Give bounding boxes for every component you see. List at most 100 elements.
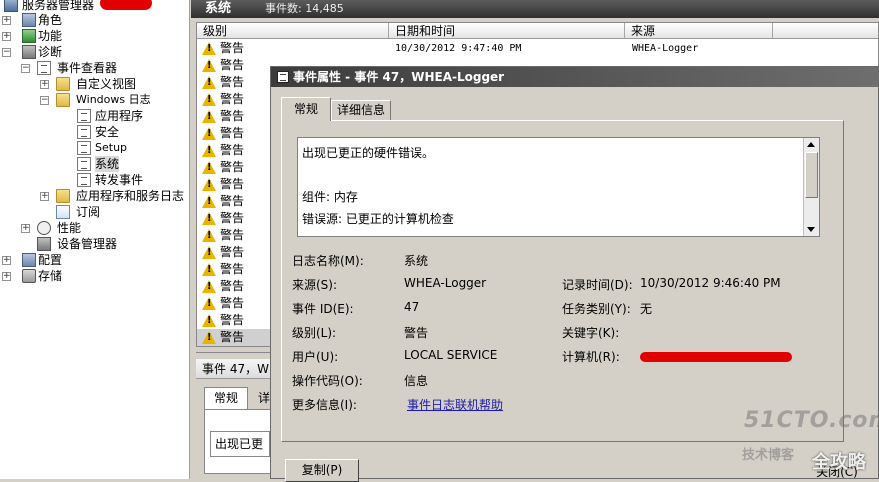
event-level: 警告 [220,211,245,225]
event-level: 警告 [220,143,245,157]
warning-icon [202,297,216,310]
tree-label: 功能 [38,29,63,43]
warning-icon [202,42,216,55]
warning-icon [202,280,216,293]
performance-icon [37,221,51,235]
warning-icon [202,212,216,225]
expand-plus-icon[interactable]: + [21,224,30,233]
column-header-extra[interactable] [773,23,878,39]
tree-label: 应用程序 [95,109,144,123]
event-viewer-icon [37,61,51,75]
warning-icon [202,195,216,208]
tree-label-selected: 系统 [95,156,120,172]
event-level: 警告 [220,296,245,310]
roles-icon [22,13,36,27]
more-info-label: 更多信息(I): [292,398,357,412]
event-level: 警告 [220,58,245,72]
folder-icon [56,77,70,91]
warning-icon [202,161,216,174]
expand-plus-icon[interactable]: + [40,192,49,201]
keywords-label: 关键字(K): [562,326,620,340]
expand-plus-icon[interactable]: + [2,256,11,265]
collapse-minus-icon[interactable]: − [2,48,11,57]
device-manager-icon [37,237,51,251]
log-icon [77,173,91,187]
warning-icon [202,76,216,89]
column-header-level[interactable]: 级别 [197,23,389,39]
event-count: 事件数: 14,485 [265,2,344,15]
logged-label: 记录时间(D): [562,278,633,292]
event-level: 警告 [220,245,245,259]
event-level: 警告 [220,177,245,191]
log-icon [77,141,91,155]
event-level: 警告 [220,330,245,344]
tree-label: 自定义视图 [76,77,137,91]
expand-plus-icon[interactable]: + [40,80,49,89]
dialog-titlebar[interactable]: 事件属性 - 事件 47，WHEA-Logger [271,67,878,87]
opcode-value: 信息 [404,374,429,388]
folder-icon [56,189,70,203]
tree-label: 性能 [57,221,82,235]
redaction-mark [100,0,152,10]
expand-plus-icon[interactable]: + [2,16,11,25]
source-value: WHEA-Logger [404,276,487,290]
event-level: 警告 [220,279,245,293]
preview-message: 出现已更 [210,431,270,457]
event-properties-icon [277,71,289,83]
tree-label: Setup [95,141,128,154]
log-icon [77,125,91,139]
preview-tab-general[interactable]: 常规 [204,387,248,409]
description-scrollbar[interactable] [803,138,819,236]
tab-details[interactable]: 详细信息 [331,100,391,120]
event-description-box[interactable]: 出现已更正的硬件错误。 组件: 内存 错误源: 已更正的计算机检查 [297,137,820,237]
event-level: 警告 [220,194,245,208]
warning-icon [202,144,216,157]
event-level: 警告 [220,75,245,89]
event-row[interactable]: 警告 10/30/2012 9:47:40 PM WHEA-Logger [197,40,878,57]
tree-label: 存储 [38,269,63,283]
warning-icon [202,110,216,123]
tree-label: 设备管理器 [57,237,118,251]
expand-plus-icon[interactable]: + [2,272,11,281]
tree-label: 诊断 [38,45,63,59]
event-log-online-help-link[interactable]: 事件日志联机帮助 [407,396,503,413]
warning-icon [202,127,216,140]
event-level: 警告 [220,109,245,123]
column-header-datetime[interactable]: 日期和时间 [389,23,625,39]
watermark-site: 51CTO.com [744,408,879,433]
expand-plus-icon[interactable]: + [2,32,11,41]
event-level: 警告 [220,92,245,106]
collapse-minus-icon[interactable]: − [21,64,30,73]
event-level: 警告 [220,262,245,276]
event-level: 警告 [220,160,245,174]
event-level: 警告 [220,126,245,140]
scroll-up-icon[interactable] [807,142,815,147]
tree-label: 转发事件 [95,173,144,187]
log-icon [77,157,91,171]
computer-label: 计算机(R): [562,350,620,364]
watermark-guide: 全攻略 [812,452,866,473]
folder-icon [56,93,70,107]
column-header-source[interactable]: 来源 [625,23,773,39]
navigation-tree: 服务器管理器 + 角色 + 功能 − 诊断 − 事件查看器 + 自定义视图 − … [0,0,190,479]
log-title: 系统 [205,1,232,16]
scroll-down-icon[interactable] [807,227,815,232]
user-value: LOCAL SERVICE [404,348,498,362]
warning-icon [202,93,216,106]
server-manager-icon [4,0,18,12]
event-source: WHEA-Logger [632,43,699,54]
collapse-minus-icon[interactable]: − [40,96,49,105]
event-list-header: 级别 日期和时间 来源 [197,23,878,39]
tree-label: 应用程序和服务日志 [76,189,185,203]
scrollbar-thumb[interactable] [805,152,818,198]
tree-label: 订阅 [76,205,101,219]
event-id-value: 47 [404,300,420,314]
tree-label: 事件查看器 [57,61,118,75]
level-value: 警告 [404,326,429,340]
level-label: 级别(L): [292,326,337,340]
warning-icon [202,246,216,259]
tab-general[interactable]: 常规 [281,97,331,121]
tree-label: 角色 [38,13,63,27]
warning-icon [202,263,216,276]
opcode-label: 操作代码(O): [292,374,363,388]
